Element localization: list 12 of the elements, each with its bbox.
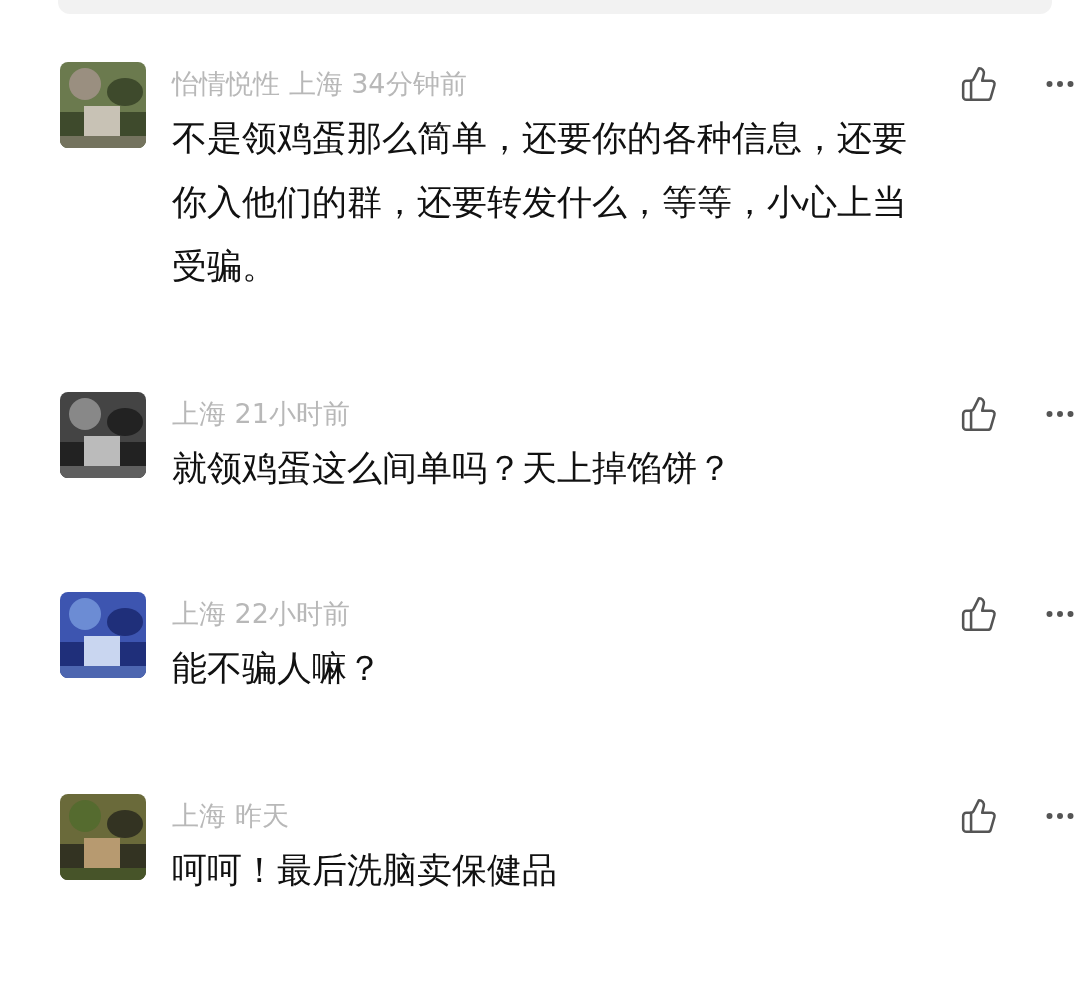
comment-text: 不是领鸡蛋那么简单，还要你的各种信息，还要你入他们的群，还要转发什么，等等，小心上当受骗。	[172, 117, 908, 288]
comment-text: 就领鸡蛋这么间单吗？天上掉馅饼？	[172, 447, 733, 490]
comment-meta: 上海 21小时前	[172, 397, 351, 431]
like-icon[interactable]	[960, 797, 998, 835]
comment-meta: 上海 22小时前	[172, 597, 351, 631]
like-icon[interactable]	[960, 395, 998, 433]
comment-meta: 怡情悦性 上海 34分钟前	[172, 67, 468, 101]
comment-text: 呵呵！最后洗脑卖保健品	[172, 849, 558, 892]
like-icon[interactable]	[960, 65, 998, 103]
like-icon[interactable]	[960, 595, 998, 633]
comment-meta: 上海 昨天	[172, 799, 290, 833]
comment-text: 能不骗人嘛？	[172, 647, 383, 690]
